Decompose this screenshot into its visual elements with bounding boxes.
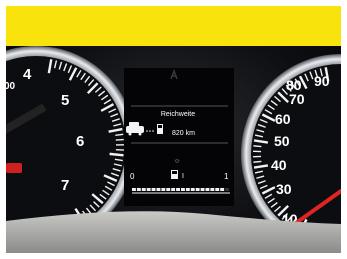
fuel-half-label: I [182, 173, 184, 180]
fuel-segment [220, 188, 225, 191]
speed-label-70: 70 [289, 91, 305, 107]
fuel-segment [205, 188, 210, 191]
lcd-panel [124, 68, 234, 206]
fuel-max-label: 1 [224, 172, 229, 181]
speed-label-40: 40 [271, 157, 287, 173]
fuel-min-label: 0 [130, 172, 135, 181]
range-title: Reichweite [161, 111, 195, 118]
fuel-segment [146, 188, 151, 191]
fuel-segment [171, 188, 176, 191]
speed-label-90: 90 [314, 73, 330, 89]
dial-tick [253, 160, 262, 163]
fuel-segment [225, 188, 229, 191]
fuel-segment [176, 188, 180, 191]
tach-label-4: 4 [23, 66, 32, 83]
fuel-segment [210, 188, 215, 191]
cluster-svg: 00 4 5 6 7 90 80 70 60 50 40 30 10 Reich… [6, 46, 341, 253]
tach-label-5: 5 [61, 92, 69, 109]
dial-tick [253, 145, 262, 148]
fuel-segment [132, 188, 136, 191]
fuel-segment [166, 188, 171, 191]
range-value: 820 km [172, 130, 195, 137]
fuel-segment [161, 188, 166, 191]
tach-label-7: 7 [61, 177, 69, 194]
dial-tick [109, 152, 124, 157]
fuel-segment [151, 188, 156, 191]
fuel-segment [215, 188, 220, 191]
fuel-segment [136, 188, 141, 191]
screenshot-frame: 00 4 5 6 7 90 80 70 60 50 40 30 10 Reich… [0, 0, 347, 259]
fuel-segment [190, 188, 195, 191]
tach-label-00: 00 [6, 81, 16, 92]
fuel-segment [195, 188, 200, 191]
fuel-segment [185, 188, 190, 191]
fuel-segment [181, 188, 185, 191]
speed-label-30: 30 [276, 181, 292, 197]
speed-label-60: 60 [275, 111, 291, 127]
speed-label-50: 50 [274, 133, 290, 149]
warning-lamp-icon [6, 163, 22, 173]
tach-label-6: 6 [76, 133, 84, 150]
fuel-segment [156, 188, 161, 191]
instrument-cluster-photo: 00 4 5 6 7 90 80 70 60 50 40 30 10 Reich… [6, 46, 341, 253]
dial-tick [115, 138, 124, 141]
fuel-segment [200, 188, 205, 191]
fuel-segment [141, 188, 146, 191]
center-display: Reichweite 820 km 0 1 I [124, 68, 234, 206]
yellow-banner [6, 6, 341, 46]
